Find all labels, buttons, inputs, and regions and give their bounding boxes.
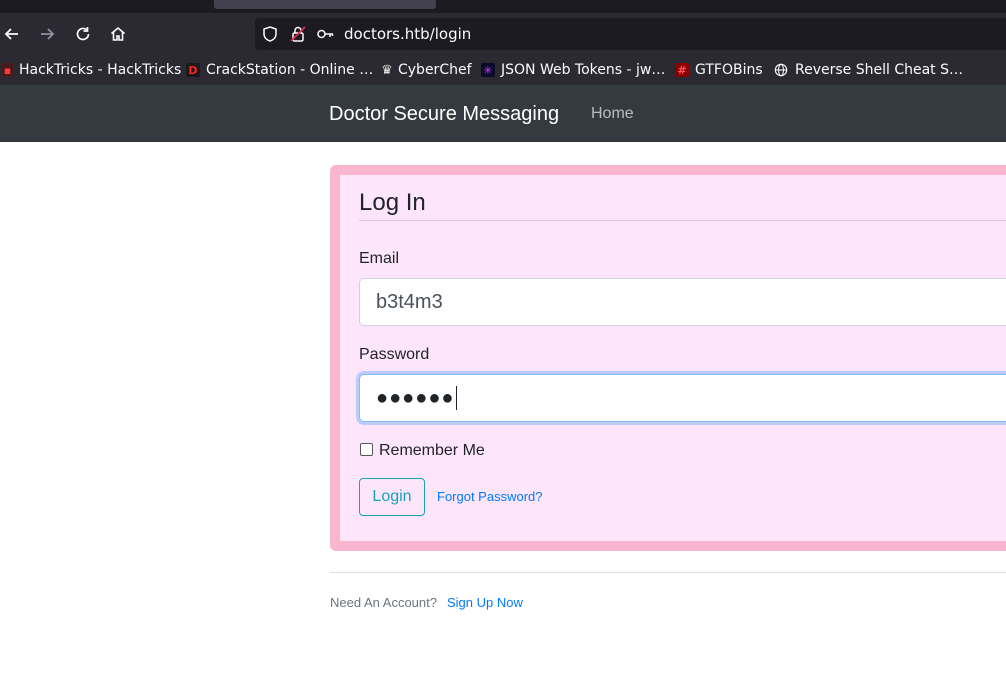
bookmark-crackstation[interactable]: D CrackStation - Online …: [186, 61, 373, 79]
remember-me-checkbox[interactable]: [360, 443, 373, 456]
bookmark-cyberchef[interactable]: ♛ CyberChef: [380, 61, 472, 79]
bookmark-label: Reverse Shell Cheat S…: [795, 62, 963, 78]
key-icon[interactable]: [316, 25, 334, 43]
back-button[interactable]: [0, 22, 24, 46]
need-account-text: Need An Account?: [330, 595, 437, 610]
text-caret: [456, 386, 458, 410]
cyberchef-icon: ♛: [381, 62, 393, 78]
insecure-lock-icon[interactable]: [289, 25, 307, 43]
gtfobins-icon: #: [675, 63, 689, 77]
bookmark-label: JSON Web Tokens - jw…: [501, 62, 666, 78]
bookmark-gtfobins[interactable]: # GTFOBins: [675, 61, 763, 79]
bookmark-label: CyberChef: [398, 62, 472, 78]
password-value: ●●●●●●: [376, 386, 455, 409]
jwt-icon: ✳: [481, 63, 495, 77]
active-tab[interactable]: [214, 0, 436, 9]
reload-button[interactable]: [71, 22, 95, 46]
form-legend: Log In: [359, 189, 426, 216]
home-icon: [110, 26, 126, 41]
bookmark-jwt[interactable]: ✳ JSON Web Tokens - jw…: [481, 61, 665, 79]
bookmark-reverse-shell[interactable]: Reverse Shell Cheat S…: [774, 61, 963, 79]
email-label: Email: [359, 250, 400, 267]
login-card: [330, 165, 1006, 551]
email-field[interactable]: b3t4m3: [359, 278, 1006, 326]
legend-divider: [359, 220, 1006, 221]
forward-button[interactable]: [35, 22, 59, 46]
bookmark-label: CrackStation - Online …: [206, 62, 374, 78]
tab-strip: [0, 0, 1006, 13]
forward-arrow-icon: [41, 28, 55, 40]
forgot-password-link[interactable]: Forgot Password?: [437, 489, 543, 505]
back-arrow-icon: [4, 28, 18, 40]
remember-me-label[interactable]: Remember Me: [379, 441, 485, 461]
bookmark-label: GTFOBins: [695, 62, 763, 78]
footer-divider: [330, 572, 1006, 573]
nav-home-link[interactable]: Home: [591, 104, 634, 124]
site-navbar: Doctor Secure Messaging Home: [0, 85, 1006, 142]
bookmark-hacktricks[interactable]: ▪ HackTricks - HackTricks: [2, 61, 181, 79]
sign-up-link[interactable]: Sign Up Now: [447, 595, 523, 611]
crackstation-icon: D: [186, 63, 200, 77]
globe-icon: [774, 63, 788, 77]
home-button[interactable]: [106, 22, 130, 46]
url-bar[interactable]: doctors.htb/login: [255, 18, 1006, 50]
email-value: b3t4m3: [376, 290, 443, 313]
bookmark-label: HackTricks - HackTricks: [19, 62, 182, 78]
browser-toolbar: doctors.htb/login: [0, 13, 1006, 55]
shield-icon[interactable]: [261, 25, 279, 43]
bookmarks-bar: ▪ HackTricks - HackTricks D CrackStation…: [0, 55, 1006, 85]
login-button[interactable]: Login: [359, 478, 425, 516]
password-label: Password: [359, 346, 430, 363]
site-brand[interactable]: Doctor Secure Messaging: [329, 102, 559, 126]
password-field[interactable]: ●●●●●●: [359, 374, 1006, 422]
url-text[interactable]: doctors.htb/login: [344, 25, 471, 43]
reload-icon: [76, 27, 90, 41]
hacktricks-icon: ▪: [2, 63, 13, 77]
